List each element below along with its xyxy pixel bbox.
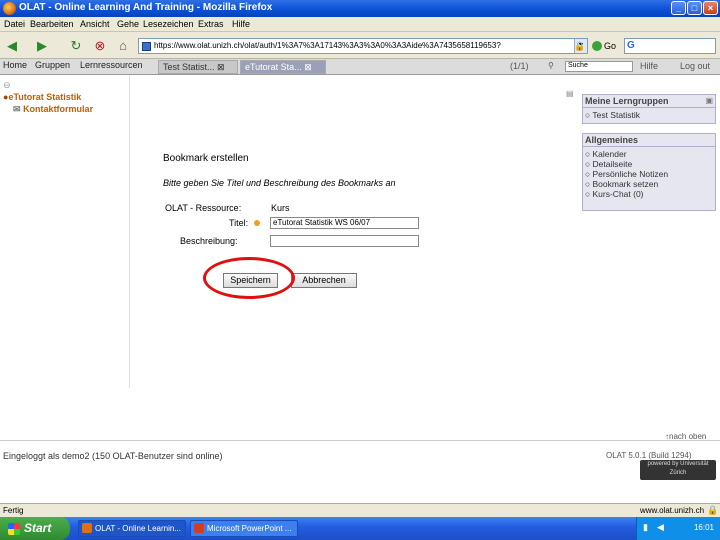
search-icon: ⚲	[548, 61, 554, 70]
menu-ansicht[interactable]: Ansicht	[80, 19, 110, 29]
olat-search-input[interactable]: Suche	[565, 61, 633, 72]
version-text: OLAT 5.0.1 (Build 1294)	[606, 451, 692, 460]
site-icon	[142, 42, 151, 51]
volume-icon[interactable]: ◀	[657, 522, 664, 533]
firefox-icon	[82, 523, 92, 533]
general-header: Allgemeines	[585, 135, 639, 145]
url-bar[interactable]: https://www.olat.unizh.ch/olat/auth/1%3A…	[138, 38, 588, 54]
status-host: www.olat.unizh.ch	[640, 506, 705, 515]
help-link[interactable]: Hilfe	[640, 61, 658, 71]
general-box: Allgemeines ○ Kalender ○ Detailseite ○ P…	[582, 133, 716, 211]
clock: 16:01	[693, 523, 714, 532]
description-input[interactable]	[270, 235, 419, 247]
title-label: Titel:	[229, 218, 249, 228]
group-item[interactable]: ○ Test Statistik	[585, 110, 640, 120]
navigation-toolbar: ◀ ▶ ↻ ⊗ ⌂ https://www.olat.unizh.ch/olat…	[0, 32, 720, 59]
firefox-icon	[3, 2, 16, 15]
menu-gehe[interactable]: Gehe	[117, 19, 139, 29]
logout-link[interactable]: Log out	[680, 61, 710, 71]
tab-etutorat[interactable]: eTutorat Sta... ⊠	[240, 60, 326, 74]
window-title: OLAT - Online Learning And Training - Mo…	[19, 2, 273, 13]
nav-gruppen[interactable]: Gruppen	[35, 60, 70, 74]
menu-lesezeichen[interactable]: Lesezeichen	[143, 19, 194, 29]
calendar-link[interactable]: ○ Kalender	[585, 149, 627, 159]
detail-page-link[interactable]: ○ Detailseite	[585, 159, 632, 169]
taskbar: Start OLAT - Online Learnin... Microsoft…	[0, 517, 720, 540]
login-status: Eingeloggt als demo2 (150 OLAT-Benutzer …	[3, 451, 223, 461]
menu-hilfe[interactable]: Hilfe	[232, 19, 250, 29]
description-label: Beschreibung:	[180, 236, 238, 246]
groups-box: Meine Lerngruppen ○ Test Statistik ▣	[582, 94, 716, 124]
box-collapse-icon[interactable]: ▣	[705, 96, 713, 105]
envelope-icon: ✉	[13, 104, 21, 114]
required-icon	[254, 220, 260, 226]
status-text: Fertig	[3, 506, 24, 515]
panel-toggle-icon[interactable]: ▤	[566, 89, 574, 98]
highlight-circle	[203, 257, 295, 299]
menu-bearbeiten[interactable]: Bearbeiten	[30, 19, 74, 29]
page-title: Bookmark erstellen	[163, 153, 249, 164]
divider	[0, 440, 720, 441]
close-button[interactable]: ×	[703, 1, 718, 15]
start-button[interactable]: Start	[0, 517, 70, 540]
taskbar-item-firefox[interactable]: OLAT - Online Learnin...	[78, 520, 186, 537]
title-input[interactable]: eTutorat Statistik WS 06/07	[270, 217, 419, 229]
groups-header: Meine Lerngruppen	[585, 96, 669, 106]
home-icon[interactable]: ⌂	[114, 37, 132, 55]
windows-icon	[8, 523, 20, 535]
forward-arrow-icon[interactable]: ▶	[33, 37, 51, 55]
bookmark-link[interactable]: ○ Bookmark setzen	[585, 179, 658, 189]
course-chat-link[interactable]: ○ Kurs-Chat (0)	[585, 189, 644, 199]
browser-search-input[interactable]: G	[624, 38, 716, 54]
course-tree: ⊖ ●eTutorat Statistik ✉ Kontaktformular	[0, 75, 130, 388]
url-text: https://www.olat.unizh.ch/olat/auth/1%3A…	[154, 41, 501, 50]
menu-extras[interactable]: Extras	[198, 19, 224, 29]
tree-item-kontaktformular[interactable]: ✉ Kontaktformular	[13, 104, 93, 115]
nav-lernressourcen[interactable]: Lernressourcen	[80, 60, 143, 74]
window-title-bar[interactable]: OLAT - Online Learning And Training - Mo…	[0, 0, 720, 17]
nav-home[interactable]: Home	[3, 60, 27, 74]
notes-link[interactable]: ○ Persönliche Notizen	[585, 169, 668, 179]
network-icon[interactable]: ▮	[643, 522, 648, 533]
form-intro: Bitte geben Sie Titel und Beschreibung d…	[163, 178, 396, 188]
menu-bar: Datei Bearbeiten Ansicht Gehe Lesezeiche…	[0, 17, 720, 32]
back-arrow-icon[interactable]: ◀	[3, 37, 21, 55]
taskbar-item-powerpoint[interactable]: Microsoft PowerPoint ...	[190, 520, 298, 537]
lock-icon: 🔒	[707, 505, 719, 515]
lock-icon: 🔒	[574, 41, 586, 51]
olat-nav-bar: Home Gruppen Lernressourcen Test Statist…	[0, 59, 720, 75]
pager: (1/1)	[510, 61, 529, 71]
system-tray: ▮ ◀ 16:01	[636, 517, 720, 540]
maximize-button[interactable]: □	[687, 1, 702, 15]
powerpoint-icon	[194, 523, 204, 533]
tree-course[interactable]: ●eTutorat Statistik	[3, 92, 81, 102]
resource-label: OLAT - Ressource:	[165, 203, 242, 213]
go-icon	[592, 41, 602, 51]
collapse-icon[interactable]: ⊖	[3, 80, 11, 91]
stop-icon[interactable]: ⊗	[91, 37, 109, 55]
menu-datei[interactable]: Datei	[4, 19, 25, 29]
search-engine-icon: G	[627, 40, 635, 51]
status-bar: Fertig www.olat.unizh.ch 🔒	[0, 503, 720, 517]
tab-test-statistik[interactable]: Test Statist... ⊠	[158, 60, 238, 74]
cancel-button[interactable]: Abbrechen	[291, 273, 357, 288]
resource-value: Kurs	[271, 203, 290, 213]
minimize-button[interactable]: _	[671, 1, 686, 15]
university-logo: powered by Universität Zürich	[640, 460, 716, 480]
reload-icon[interactable]: ↻	[67, 37, 85, 55]
